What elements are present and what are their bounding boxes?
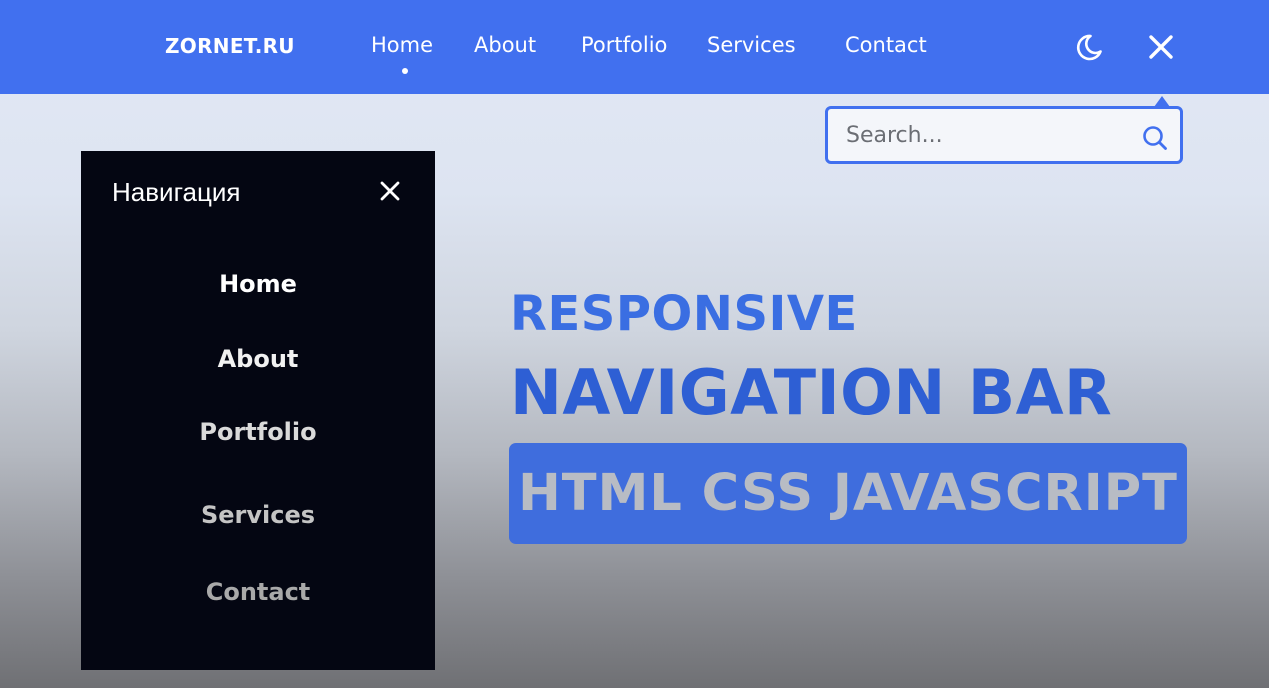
hero-heading-line2: NAVIGATION BAR bbox=[510, 356, 1113, 429]
drawer-link-portfolio[interactable]: Portfolio bbox=[81, 418, 435, 446]
top-navbar: ZORNET.RU Home About Portfolio Services … bbox=[0, 0, 1269, 94]
site-logo[interactable]: ZORNET.RU bbox=[165, 34, 295, 58]
drawer-link-home[interactable]: Home bbox=[81, 270, 435, 298]
nav-link-home[interactable]: Home bbox=[371, 33, 433, 57]
nav-link-services[interactable]: Services bbox=[707, 33, 796, 57]
hero-badge-text: HTML CSS JAVASCRIPT bbox=[518, 464, 1178, 523]
side-drawer: Навигация Home About Portfolio Services … bbox=[81, 151, 435, 670]
search-icon[interactable] bbox=[1141, 124, 1169, 152]
close-icon[interactable] bbox=[378, 179, 402, 203]
moon-icon[interactable] bbox=[1073, 31, 1105, 63]
active-link-indicator bbox=[402, 68, 408, 74]
nav-link-about[interactable]: About bbox=[474, 33, 536, 57]
drawer-link-about[interactable]: About bbox=[81, 345, 435, 373]
hero-heading-line1: RESPONSIVE bbox=[510, 286, 858, 342]
search-box bbox=[825, 106, 1183, 164]
nav-link-portfolio[interactable]: Portfolio bbox=[581, 33, 667, 57]
hero-tech-badge: HTML CSS JAVASCRIPT bbox=[509, 443, 1187, 544]
close-icon[interactable] bbox=[1145, 31, 1177, 63]
drawer-title: Навигация bbox=[112, 177, 241, 207]
nav-link-contact[interactable]: Contact bbox=[845, 33, 927, 57]
drawer-link-contact[interactable]: Contact bbox=[81, 578, 435, 606]
drawer-link-services[interactable]: Services bbox=[81, 501, 435, 529]
search-input[interactable] bbox=[846, 117, 1116, 153]
